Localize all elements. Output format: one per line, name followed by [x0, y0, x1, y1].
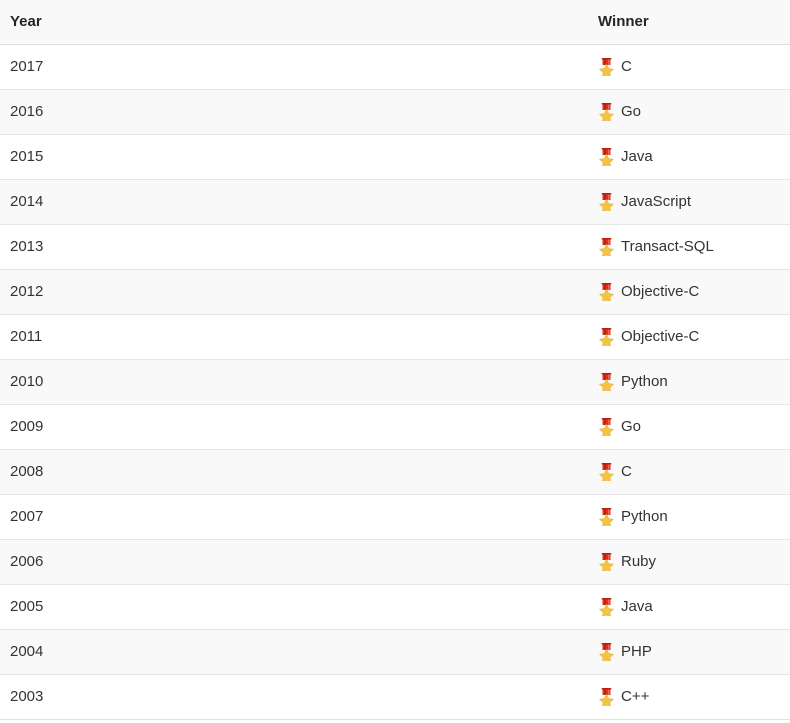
- winner-name: Go: [621, 103, 642, 120]
- cell-winner: Objective-C: [588, 314, 790, 360]
- winner-cell: Java: [598, 135, 780, 179]
- table-row: 2016 Go: [0, 89, 790, 135]
- cell-winner: Transact-SQL: [588, 224, 790, 270]
- table-row: 2012 Objective-C: [0, 269, 790, 315]
- cell-year: 2004: [0, 629, 588, 675]
- table-row: 2004 PHP: [0, 629, 790, 675]
- winners-table: Year Winner 2017 C 2016 Go 2015 Java 2014 JavaS…: [0, 0, 790, 720]
- military-medal-icon: [598, 102, 615, 121]
- military-medal-icon: [598, 552, 615, 571]
- winner-cell: Objective-C: [598, 315, 780, 359]
- table-row: 2008 C: [0, 449, 790, 495]
- winner-name: Java: [621, 598, 653, 615]
- winner-cell: Go: [598, 405, 780, 449]
- cell-winner: C++: [588, 674, 790, 720]
- table-header: Year Winner: [0, 0, 790, 45]
- table-header-row: Year Winner: [0, 0, 790, 45]
- table-row: 2005 Java: [0, 584, 790, 630]
- cell-year: 2003: [0, 674, 588, 720]
- cell-year: 2011: [0, 314, 588, 360]
- winner-cell: PHP: [598, 630, 780, 674]
- column-header-year[interactable]: Year: [0, 0, 588, 45]
- table-row: 2010 Python: [0, 359, 790, 405]
- cell-year: 2014: [0, 179, 588, 225]
- winner-cell: JavaScript: [598, 180, 780, 224]
- military-medal-icon: [598, 282, 615, 301]
- cell-year: 2017: [0, 44, 588, 90]
- military-medal-icon: [598, 237, 615, 256]
- military-medal-icon: [598, 372, 615, 391]
- cell-winner: Python: [588, 494, 790, 540]
- cell-winner: Java: [588, 134, 790, 180]
- winner-cell: C++: [598, 675, 780, 719]
- cell-year: 2013: [0, 224, 588, 270]
- cell-winner: Ruby: [588, 539, 790, 585]
- cell-winner: Python: [588, 359, 790, 405]
- military-medal-icon: [598, 417, 615, 436]
- military-medal-icon: [598, 642, 615, 661]
- winner-cell: Java: [598, 585, 780, 629]
- winner-cell: Go: [598, 90, 780, 134]
- cell-year: 2015: [0, 134, 588, 180]
- winner-name: Python: [621, 373, 668, 390]
- winner-name: C: [621, 463, 632, 480]
- cell-year: 2009: [0, 404, 588, 450]
- military-medal-icon: [598, 57, 615, 76]
- table-row: 2014 JavaScript: [0, 179, 790, 225]
- winner-name: Python: [621, 508, 668, 525]
- cell-year: 2005: [0, 584, 588, 630]
- military-medal-icon: [598, 192, 615, 211]
- winner-cell: Objective-C: [598, 270, 780, 314]
- cell-year: 2012: [0, 269, 588, 315]
- table-row: 2009 Go: [0, 404, 790, 450]
- table-row: 2006 Ruby: [0, 539, 790, 585]
- winner-name: Ruby: [621, 553, 657, 570]
- winner-name: C: [621, 58, 632, 75]
- cell-winner: JavaScript: [588, 179, 790, 225]
- winner-name: PHP: [621, 643, 652, 660]
- cell-winner: C: [588, 44, 790, 90]
- winner-name: JavaScript: [621, 193, 692, 210]
- column-header-winner[interactable]: Winner: [588, 0, 790, 45]
- winner-cell: Transact-SQL: [598, 225, 780, 269]
- cell-year: 2016: [0, 89, 588, 135]
- cell-winner: Java: [588, 584, 790, 630]
- cell-winner: PHP: [588, 629, 790, 675]
- table-row: 2015 Java: [0, 134, 790, 180]
- winner-cell: C: [598, 45, 780, 89]
- winner-name: Java: [621, 148, 653, 165]
- cell-year: 2010: [0, 359, 588, 405]
- military-medal-icon: [598, 462, 615, 481]
- winner-cell: Python: [598, 360, 780, 404]
- table-body: 2017 C 2016 Go 2015 Java 2014 JavaScript 2013 Tra…: [0, 44, 790, 720]
- winner-name: C++: [621, 688, 650, 705]
- military-medal-icon: [598, 147, 615, 166]
- cell-year: 2007: [0, 494, 588, 540]
- winner-name: Objective-C: [621, 328, 700, 345]
- cell-winner: Objective-C: [588, 269, 790, 315]
- cell-winner: Go: [588, 404, 790, 450]
- winner-cell: C: [598, 450, 780, 494]
- table-row: 2013 Transact-SQL: [0, 224, 790, 270]
- military-medal-icon: [598, 687, 615, 706]
- military-medal-icon: [598, 597, 615, 616]
- table-row: 2011 Objective-C: [0, 314, 790, 360]
- cell-winner: C: [588, 449, 790, 495]
- table-row: 2007 Python: [0, 494, 790, 540]
- table-row: 2017 C: [0, 44, 790, 90]
- table-row: 2003 C++: [0, 674, 790, 720]
- cell-year: 2008: [0, 449, 588, 495]
- military-medal-icon: [598, 327, 615, 346]
- winner-name: Objective-C: [621, 283, 700, 300]
- winner-cell: Ruby: [598, 540, 780, 584]
- cell-year: 2006: [0, 539, 588, 585]
- winner-name: Transact-SQL: [621, 238, 714, 255]
- winner-name: Go: [621, 418, 642, 435]
- military-medal-icon: [598, 507, 615, 526]
- winner-cell: Python: [598, 495, 780, 539]
- cell-winner: Go: [588, 89, 790, 135]
